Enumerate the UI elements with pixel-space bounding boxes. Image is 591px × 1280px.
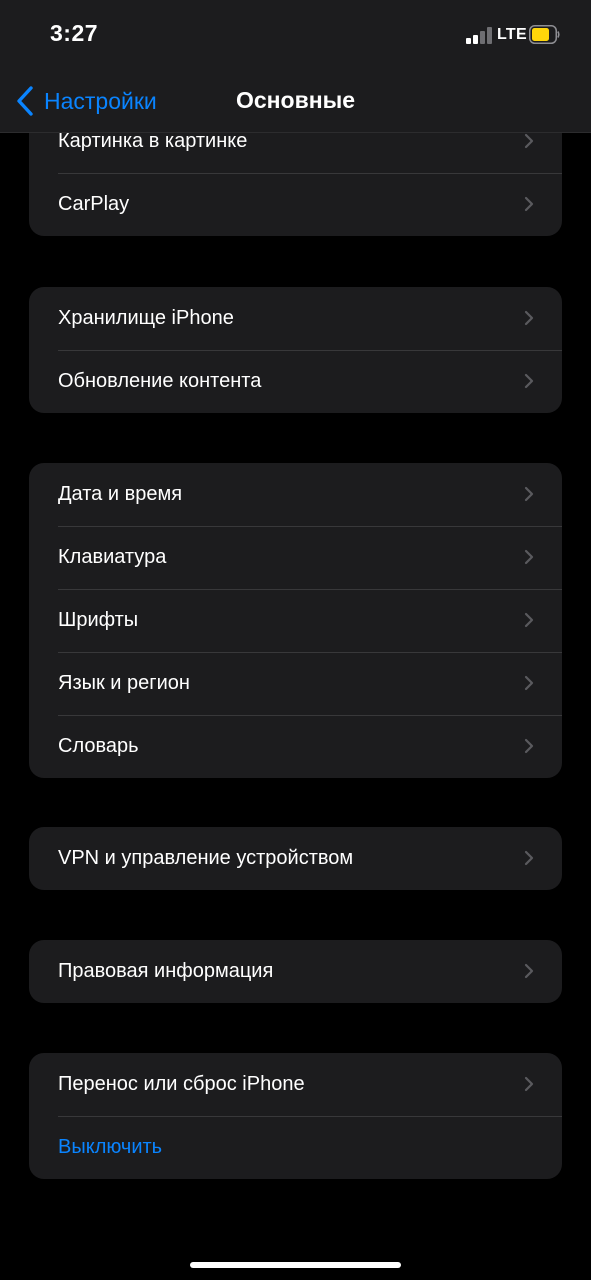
row-label: Язык и регион xyxy=(58,672,190,694)
status-time: 3:27 xyxy=(50,20,99,46)
settings-group-reset: Перенос или сброс iPhone Выключить xyxy=(29,1053,562,1179)
row-dictionary[interactable]: Словарь xyxy=(29,715,562,778)
settings-list[interactable]: Картинка в картинке CarPlay Хранилище iP… xyxy=(0,0,591,1280)
row-label: Хранилище iPhone xyxy=(58,307,234,329)
settings-group-storage: Хранилище iPhone Обновление контента xyxy=(29,287,562,413)
row-label: Обновление контента xyxy=(58,370,262,392)
chevron-right-icon xyxy=(524,1076,534,1092)
chevron-right-icon xyxy=(524,549,534,565)
row-vpn-device-management[interactable]: VPN и управление устройством xyxy=(29,827,562,890)
settings-group-vpn: VPN и управление устройством xyxy=(29,827,562,890)
network-type: LTE xyxy=(497,26,527,43)
chevron-right-icon xyxy=(524,850,534,866)
row-label: Шрифты xyxy=(58,609,139,631)
settings-group-locale: Дата и время Клавиатура Шрифты Язык и ре… xyxy=(29,463,562,778)
row-label: Правовая информация xyxy=(58,960,274,982)
chevron-right-icon xyxy=(524,133,534,149)
home-indicator[interactable] xyxy=(190,1262,401,1268)
row-label: Клавиатура xyxy=(58,546,167,568)
row-label: Дата и время xyxy=(58,483,183,505)
cellular-signal-icon xyxy=(466,26,494,44)
chevron-right-icon xyxy=(524,373,534,389)
row-background-app-refresh[interactable]: Обновление контента xyxy=(29,350,562,413)
row-label: VPN и управление устройством xyxy=(58,847,354,869)
row-date-time[interactable]: Дата и время xyxy=(29,463,562,526)
chevron-right-icon xyxy=(524,196,534,212)
chevron-right-icon xyxy=(524,310,534,326)
row-label: Перенос или сброс iPhone xyxy=(58,1073,305,1095)
chevron-right-icon xyxy=(524,612,534,628)
chevron-right-icon xyxy=(524,675,534,691)
row-keyboard[interactable]: Клавиатура xyxy=(29,526,562,589)
row-legal-information[interactable]: Правовая информация xyxy=(29,940,562,1003)
row-iphone-storage[interactable]: Хранилище iPhone xyxy=(29,287,562,350)
status-bar: 3:27 LTE xyxy=(0,0,591,70)
navigation-bar: Настройки Основные xyxy=(0,70,591,133)
chevron-right-icon xyxy=(524,963,534,979)
shut-down-button[interactable]: Выключить xyxy=(29,1116,562,1179)
row-language-region[interactable]: Язык и регион xyxy=(29,652,562,715)
row-label: CarPlay xyxy=(58,193,130,215)
row-transfer-reset-iphone[interactable]: Перенос или сброс iPhone xyxy=(29,1053,562,1116)
page-title: Основные xyxy=(235,87,356,113)
chevron-right-icon xyxy=(524,486,534,502)
battery-icon xyxy=(529,25,560,44)
chevron-right-icon xyxy=(524,738,534,754)
row-carplay[interactable]: CarPlay xyxy=(29,173,562,236)
shut-down-label: Выключить xyxy=(58,1136,163,1158)
row-fonts[interactable]: Шрифты xyxy=(29,589,562,652)
row-label: Словарь xyxy=(58,735,139,757)
settings-group-legal: Правовая информация xyxy=(29,940,562,1003)
